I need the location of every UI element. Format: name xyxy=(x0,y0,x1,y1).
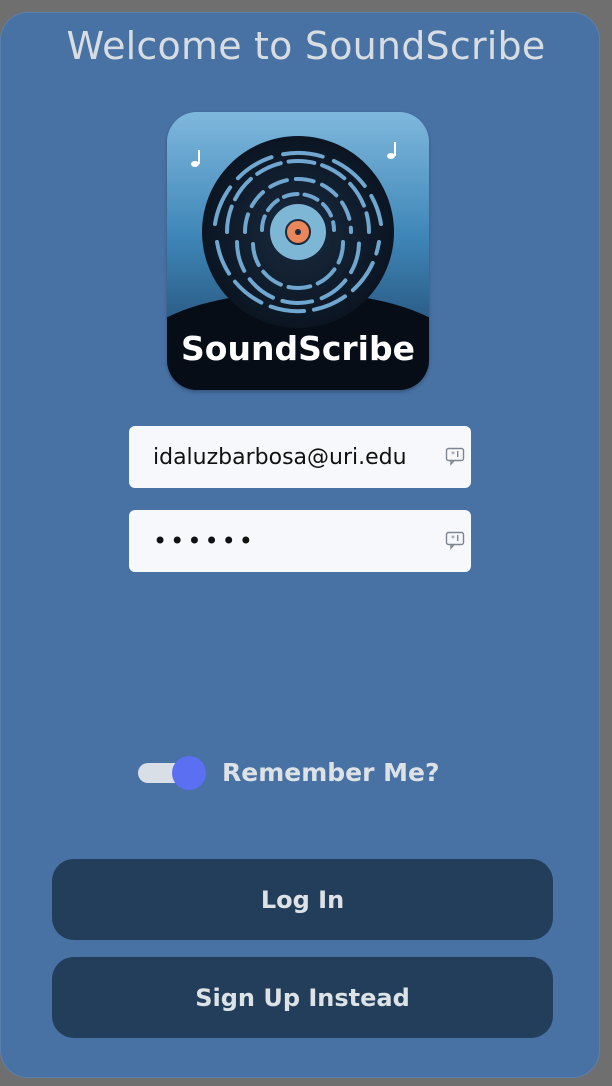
password-field[interactable]: •••••• * xyxy=(129,510,471,572)
svg-text:*: * xyxy=(451,450,455,459)
login-button[interactable]: Log In xyxy=(52,859,553,940)
logo-wordmark: SoundScribe xyxy=(181,329,415,368)
app-logo: SoundScribe xyxy=(167,112,429,390)
remember-me-toggle[interactable] xyxy=(138,755,206,790)
email-value: idaluzbarbosa@uri.edu xyxy=(153,444,407,470)
toggle-knob xyxy=(172,756,206,790)
remember-me-row: Remember Me? xyxy=(138,752,439,792)
page-title: Welcome to SoundScribe xyxy=(66,24,546,68)
password-value: •••••• xyxy=(153,527,256,555)
email-field[interactable]: idaluzbarbosa@uri.edu * xyxy=(129,426,471,488)
remember-me-label: Remember Me? xyxy=(222,757,440,787)
svg-text:*: * xyxy=(451,534,458,543)
signup-button[interactable]: Sign Up Instead xyxy=(52,957,553,1038)
password-manager-icon[interactable]: * xyxy=(445,446,465,466)
password-manager-icon[interactable]: * xyxy=(445,530,465,550)
